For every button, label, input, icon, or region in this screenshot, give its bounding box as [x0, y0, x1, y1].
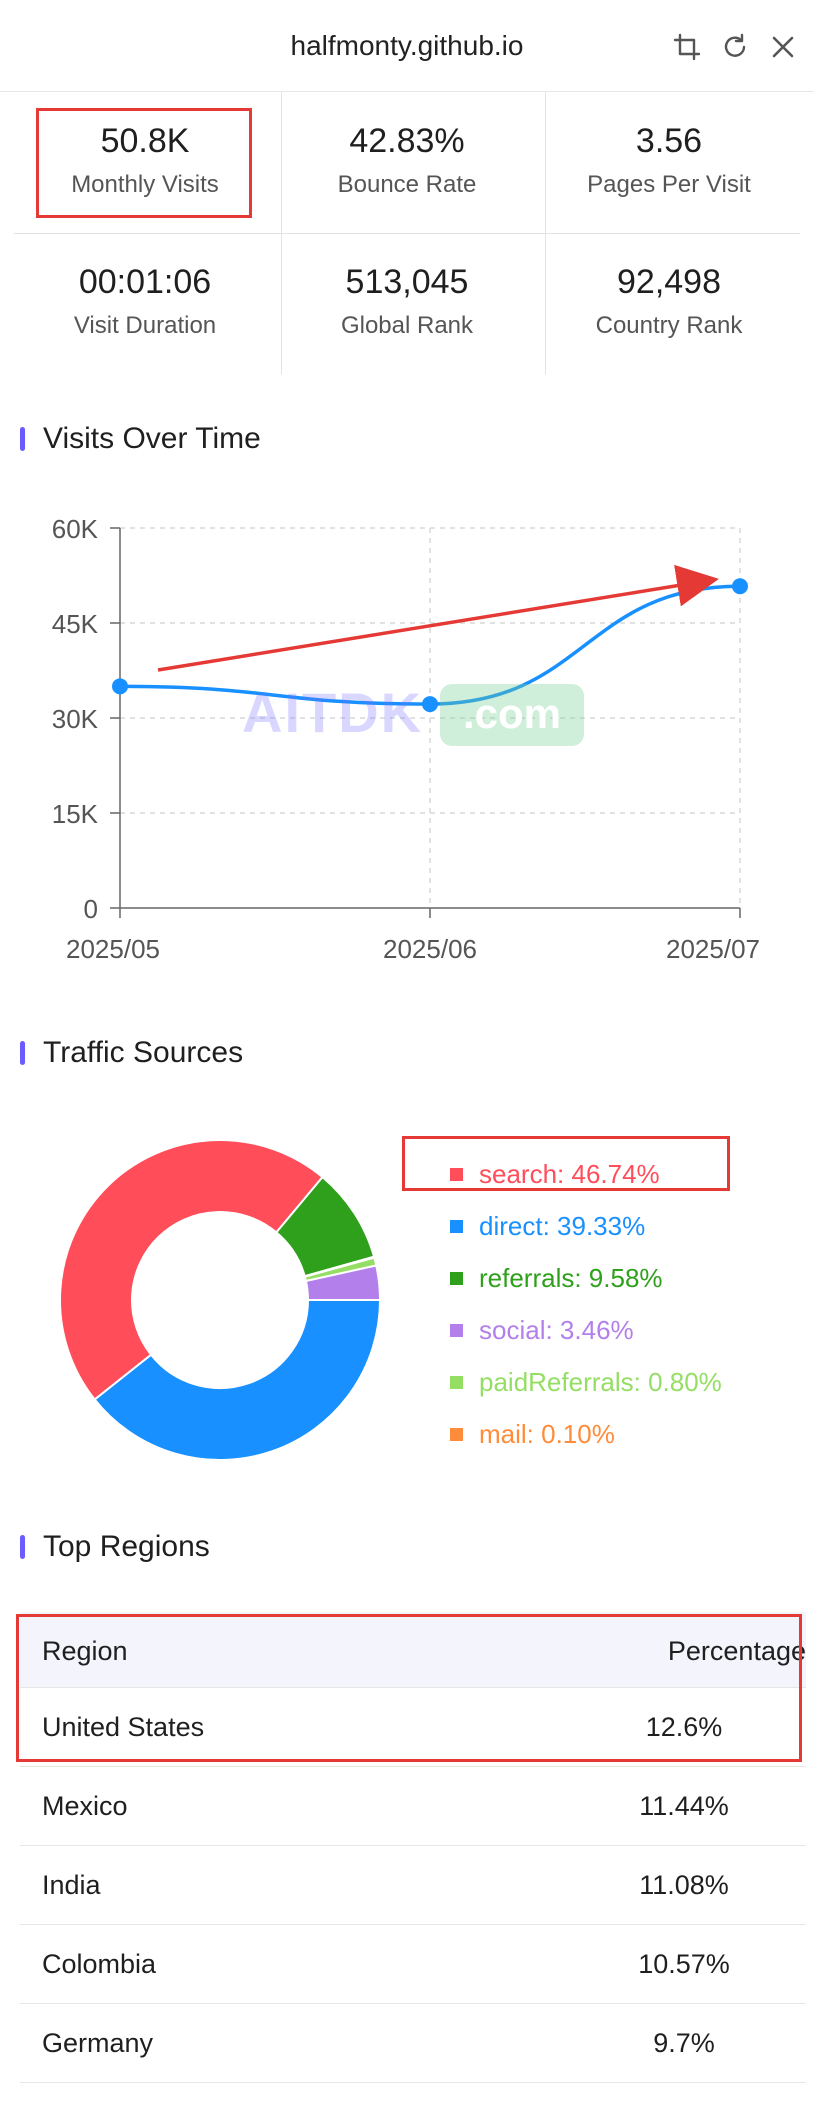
section-title-text: Traffic Sources [43, 1036, 244, 1069]
stat-label: Country Rank [595, 312, 743, 339]
table-row: India 11.08% [20, 1846, 806, 1925]
region-percentage: 10.57% [638, 1949, 730, 1979]
annotation-arrow [157, 564, 719, 672]
watermark-text: AITDK [242, 681, 424, 744]
section-title-regions: Top Regions [20, 1530, 210, 1564]
stat-value: 00:01:06 [78, 263, 212, 301]
legend-swatch [450, 1219, 463, 1233]
regions-table: Region Percentage United States 12.6% Me… [20, 1612, 806, 2083]
region-name: Colombia [42, 1949, 157, 1979]
stat-country-rank: 92,498 Country Rank [538, 233, 800, 374]
stat-pages-per-visit: 3.56 Pages Per Visit [538, 92, 800, 233]
legend-label: direct: 39.33% [479, 1210, 646, 1241]
region-percentage: 11.08% [639, 1870, 729, 1900]
stat-value: 42.83% [349, 122, 465, 160]
region-percentage: 12.6% [645, 1712, 723, 1742]
table-row: Mexico 11.44% [20, 1767, 806, 1846]
legend-label: social: 3.46% [479, 1314, 634, 1345]
section-marker [20, 1041, 25, 1065]
section-marker [20, 1535, 25, 1559]
column-header-region: Region [42, 1636, 128, 1666]
region-name: India [42, 1870, 101, 1900]
x-tick-label: 2025/07 [666, 934, 760, 964]
stat-value: 92,498 [617, 263, 721, 301]
region-name: Germany [42, 2028, 154, 2058]
stat-label: Visit Duration [73, 312, 217, 339]
stat-value: 50.8K [100, 122, 190, 160]
y-tick-label: 15K [52, 799, 99, 829]
legend-item-social[interactable]: social: 3.46% [450, 1304, 722, 1356]
legend-swatch [450, 1167, 463, 1181]
legend-label: mail: 0.10% [479, 1418, 615, 1449]
legend-swatch [450, 1271, 463, 1285]
traffic-donut-chart [59, 1139, 382, 1461]
legend-swatch [450, 1427, 463, 1441]
table-row: United States 12.6% [20, 1688, 806, 1767]
section-title-traffic: Traffic Sources [20, 1036, 243, 1070]
legend-item-referrals[interactable]: referrals: 9.58% [450, 1252, 722, 1304]
region-name: Mexico [42, 1791, 128, 1821]
data-point[interactable] [732, 578, 748, 595]
y-tick-label: 0 [84, 894, 98, 924]
stat-value: 3.56 [635, 122, 703, 160]
section-title-text: Visits Over Time [43, 422, 261, 455]
region-percentage: 9.7% [653, 2028, 715, 2058]
region-percentage: 11.44% [639, 1791, 729, 1821]
x-tick-label: 2025/06 [383, 934, 477, 964]
legend-label: paidReferrals: 0.80% [479, 1366, 722, 1397]
legend-label: referrals: 9.58% [479, 1262, 663, 1293]
close-icon[interactable] [766, 30, 800, 64]
x-tick-label: 2025/05 [66, 934, 160, 964]
y-tick-label: 45K [52, 609, 99, 639]
data-point[interactable] [422, 696, 438, 713]
header-bar: halfmonty.github.io [0, 0, 814, 92]
stat-label: Monthly Visits [71, 171, 219, 198]
region-name: United States [42, 1712, 205, 1742]
data-point[interactable] [112, 678, 128, 695]
stat-visit-duration: 00:01:06 Visit Duration [14, 233, 276, 374]
legend-swatch [450, 1375, 463, 1389]
stat-value: 513,045 [345, 263, 469, 301]
watermark-pill: .com [440, 684, 584, 746]
stats-grid: 50.8K Monthly Visits 42.83% Bounce Rate … [14, 92, 800, 374]
column-header-percentage: Percentage [667, 1636, 806, 1666]
section-title-text: Top Regions [43, 1530, 210, 1563]
legend-item-mail[interactable]: mail: 0.10% [450, 1408, 722, 1460]
legend-swatch [450, 1323, 463, 1337]
series-line [119, 584, 741, 706]
divider [14, 233, 800, 234]
stat-bounce-rate: 42.83% Bounce Rate [276, 92, 538, 233]
crop-icon[interactable] [670, 30, 704, 64]
table-header-row: Region Percentage [20, 1612, 806, 1688]
pie-slice-direct[interactable] [93, 1299, 382, 1461]
stat-monthly-visits: 50.8K Monthly Visits [14, 92, 276, 233]
y-tick-label: 30K [52, 704, 99, 734]
section-title-visits: Visits Over Time [20, 422, 261, 456]
refresh-icon[interactable] [718, 30, 752, 64]
legend-item-paid-referrals[interactable]: paidReferrals: 0.80% [450, 1356, 722, 1408]
legend-label: search: 46.74% [479, 1158, 660, 1189]
section-marker [20, 427, 25, 451]
legend-item-direct[interactable]: direct: 39.33% [450, 1200, 722, 1252]
traffic-legend: search: 46.74% direct: 39.33% referrals:… [450, 1148, 722, 1460]
table-row: Colombia 10.57% [20, 1925, 806, 2004]
stat-label: Bounce Rate [337, 171, 477, 198]
table-row: Germany 9.7% [20, 2004, 806, 2083]
stat-label: Global Rank [340, 312, 474, 339]
legend-item-search[interactable]: search: 46.74% [450, 1148, 722, 1200]
stat-label: Pages Per Visit [587, 171, 751, 198]
stat-global-rank: 513,045 Global Rank [276, 233, 538, 374]
y-tick-label: 60K [52, 514, 99, 544]
